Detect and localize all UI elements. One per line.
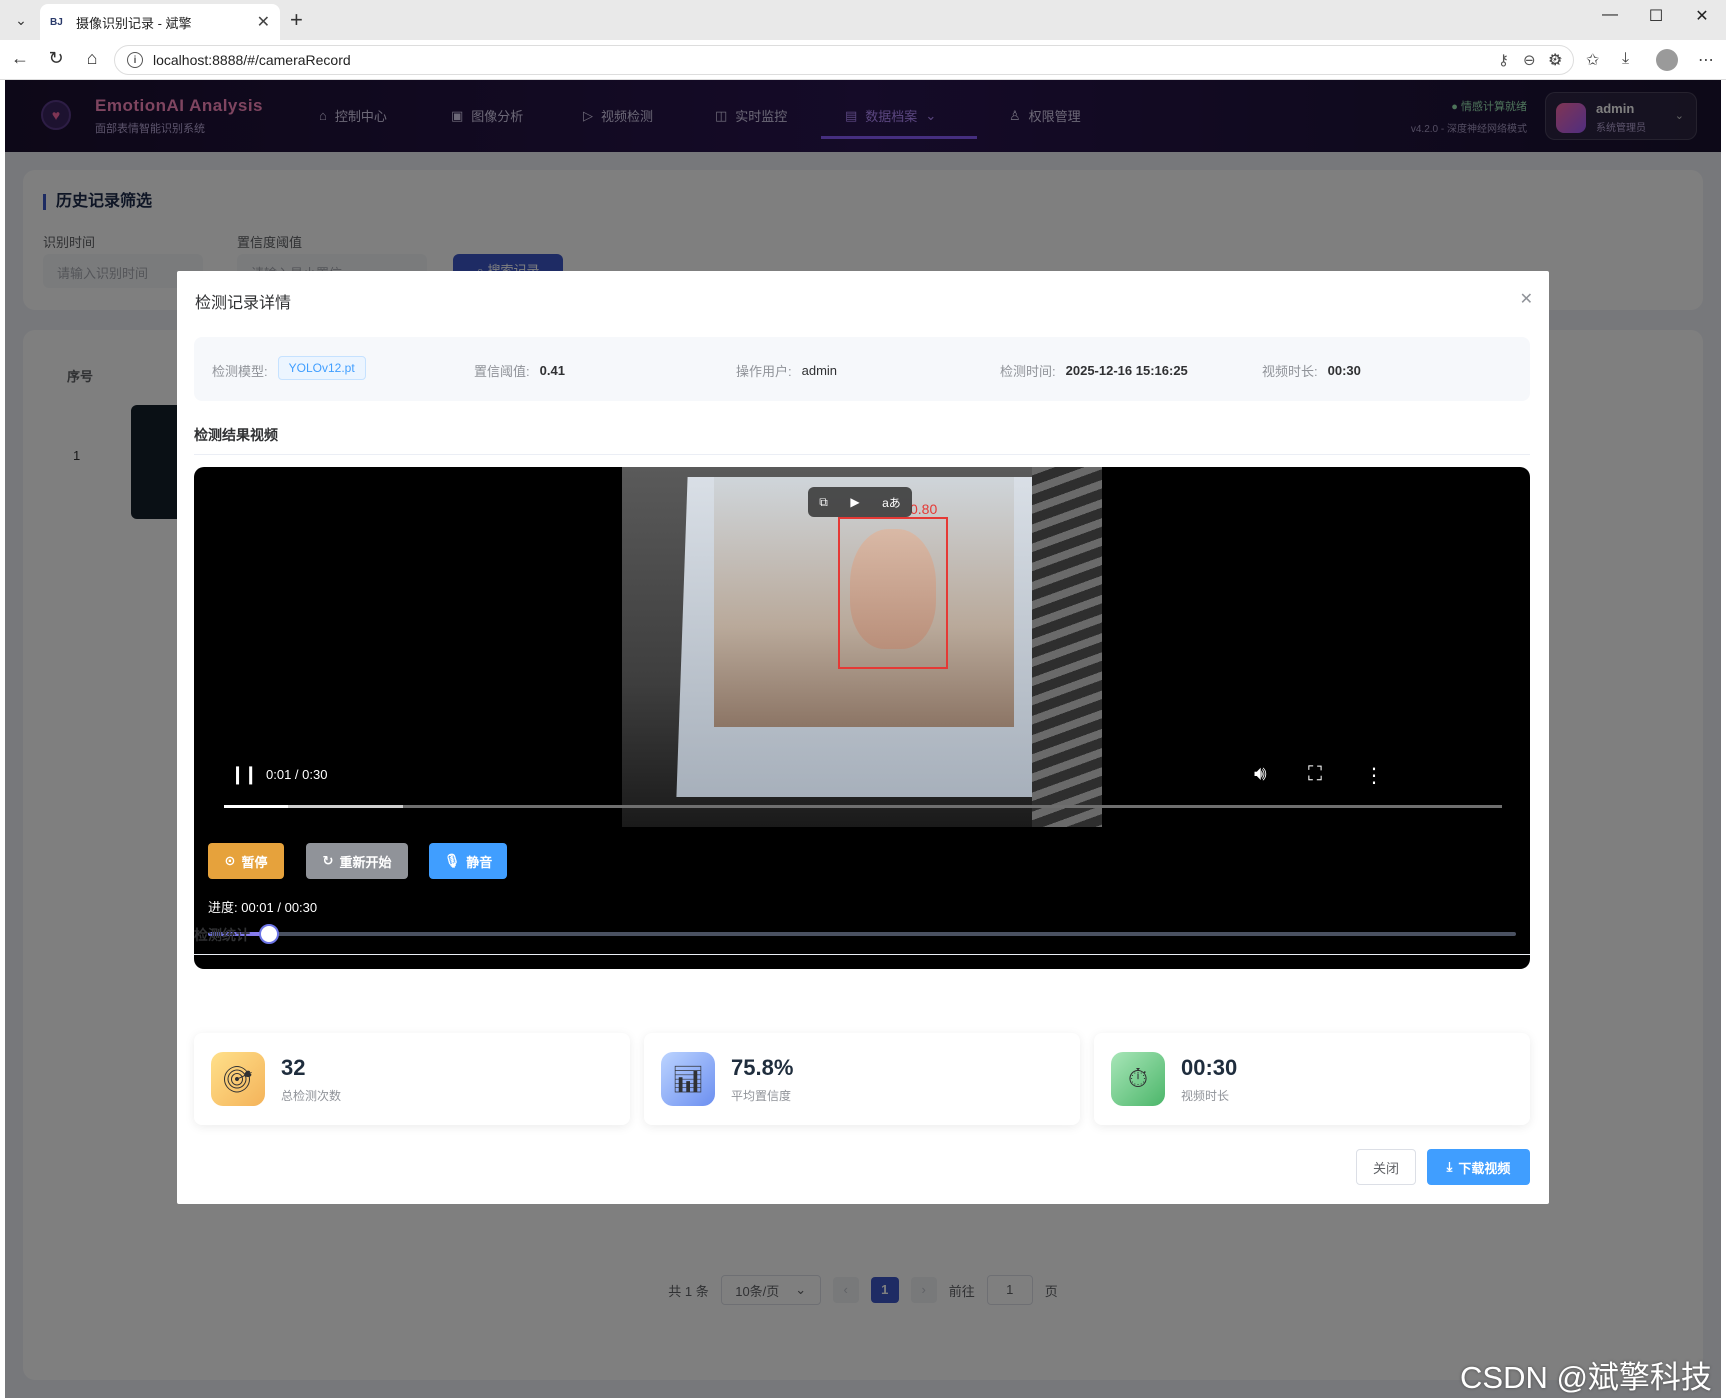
stopwatch-icon: ⏱︎: [1111, 1052, 1165, 1106]
mute-button[interactable]: 🎙︎ 静音: [429, 843, 507, 879]
stat-label: 平均置信度: [731, 1089, 792, 1103]
conf-value: 0.41: [539, 363, 565, 378]
close-button[interactable]: 关闭: [1356, 1149, 1416, 1185]
tab-close-icon[interactable]: ✕: [257, 12, 270, 32]
record-detail-dialog: 检测记录详情 ✕ 检测模型: YOLOv12.pt 置信阈值: 0.41 操作用…: [177, 271, 1549, 1204]
target-icon: 🎯︎: [211, 1052, 265, 1106]
detection-box: [838, 517, 948, 669]
info-user: 操作用户: admin: [736, 361, 837, 380]
pip-icon[interactable]: ⧉: [819, 495, 828, 510]
record-info-bar: 检测模型: YOLOv12.pt 置信阈值: 0.41 操作用户: admin …: [194, 337, 1530, 401]
video-section-title: 检测结果视频: [194, 425, 1530, 455]
player-time: 0:01 / 0:30: [266, 767, 328, 782]
favicon-icon: BJ: [50, 16, 63, 28]
translate-icon[interactable]: aあ: [882, 494, 901, 511]
csdn-watermark: CSDN @斌擎科技: [1460, 1360, 1712, 1395]
zoom-icon[interactable]: ⊖: [1523, 51, 1536, 69]
more-menu-icon[interactable]: ⋯: [1698, 50, 1714, 70]
key-icon[interactable]: ⚷: [1498, 51, 1509, 69]
conf-label: 置信阈值:: [474, 364, 530, 379]
model-tag: YOLOv12.pt: [277, 355, 366, 380]
model-label: 检测模型:: [212, 364, 268, 379]
stats-section-title: 检测统计: [194, 925, 1530, 955]
info-model: 检测模型: YOLOv12.pt: [212, 355, 366, 380]
duration-label: 视频时长:: [1262, 364, 1318, 379]
pause-label: 暂停: [241, 854, 268, 870]
restart-label: 重新开始: [339, 854, 392, 870]
browser-tabstrip: ⌄ BJ 摄像识别记录 - 斌擎 ✕ + — ☐ ✕: [0, 0, 1726, 40]
volume-icon[interactable]: 🔊︎: [1254, 763, 1267, 786]
detection-score: 0.80: [910, 501, 938, 517]
stat-value: 32: [281, 1055, 306, 1080]
stat-card-count: 🎯︎ 32 总检测次数: [194, 1033, 630, 1125]
detected-face: [850, 529, 936, 649]
restart-button[interactable]: ↻ 重新开始: [306, 843, 408, 879]
tab-list-chevron-icon[interactable]: ⌄: [8, 8, 34, 32]
stat-label: 总检测次数: [281, 1089, 342, 1103]
maximize-icon[interactable]: ☐: [1636, 6, 1676, 26]
mute-label: 静音: [466, 854, 493, 870]
user-label: 操作用户:: [736, 364, 792, 379]
time-label: 检测时间:: [1000, 364, 1056, 379]
info-time: 检测时间: 2025-12-16 15:16:25: [1000, 361, 1188, 380]
download-icon[interactable]: ⤓: [1622, 50, 1629, 68]
minimize-icon[interactable]: —: [1590, 6, 1630, 24]
info-duration: 视频时长: 00:30: [1262, 361, 1361, 380]
video-frame: 0.80 ⧉ ▶ aあ: [622, 467, 1102, 827]
browser-tab-active[interactable]: BJ 摄像识别记录 - 斌擎 ✕: [40, 4, 280, 40]
stat-value: 00:30: [1181, 1055, 1238, 1080]
favorites-icon[interactable]: ✩: [1586, 50, 1599, 70]
address-bar: ← ↻ ⌂ i localhost:8888/#/cameraRecord ⚷ …: [0, 40, 1726, 80]
profile-avatar[interactable]: [1656, 49, 1678, 71]
url-field[interactable]: i localhost:8888/#/cameraRecord ⚷ ⊖ ☆: [114, 45, 1574, 75]
url-text: localhost:8888/#/cameraRecord: [153, 52, 351, 68]
download-icon: ⤓: [1446, 1159, 1453, 1174]
pause-circle-icon: ⊙: [224, 853, 236, 868]
player-seekbar[interactable]: [224, 805, 1502, 808]
info-confidence: 置信阈值: 0.41: [474, 361, 565, 380]
user-value: admin: [801, 363, 838, 378]
reload-icon[interactable]: ↻: [44, 48, 68, 69]
video-player[interactable]: 0.80 ⧉ ▶ aあ ❙❙ 0:01 / 0:30 🔊︎ ⛶ ⋮ ⊙ 暂停 ↻…: [194, 467, 1530, 969]
pause-button[interactable]: ⊙ 暂停: [208, 843, 284, 879]
extensions-icon[interactable]: ⚙: [1548, 50, 1562, 70]
fullscreen-icon[interactable]: ⛶: [1308, 763, 1322, 786]
tab-title: 摄像识别记录 - 斌擎: [76, 15, 192, 31]
progress-text: 进度: 00:01 / 00:30: [208, 900, 318, 915]
download-video-button[interactable]: ⤓ 下载视频: [1427, 1149, 1530, 1185]
player-played: [224, 805, 288, 808]
window-close-icon[interactable]: ✕: [1682, 6, 1722, 26]
video-overlay-toolbar: ⧉ ▶ aあ: [808, 487, 912, 517]
dialog-title: 检测记录详情: [195, 295, 292, 312]
time-value: 2025-12-16 15:16:25: [1065, 363, 1188, 378]
stat-value: 75.8%: [731, 1055, 794, 1080]
more-options-icon[interactable]: ⋮: [1364, 763, 1384, 788]
pause-icon[interactable]: ❙❙: [230, 764, 258, 785]
new-tab-plus-icon[interactable]: +: [290, 7, 303, 33]
site-info-icon[interactable]: i: [127, 52, 143, 68]
frame-curtain: [1032, 467, 1102, 827]
dialog-close-icon[interactable]: ✕: [1520, 289, 1533, 309]
video-search-icon[interactable]: ▶: [850, 495, 859, 509]
home-icon[interactable]: ⌂: [80, 48, 104, 69]
stat-label: 视频时长: [1181, 1089, 1230, 1103]
download-label: 下载视频: [1458, 1160, 1511, 1176]
refresh-icon: ↻: [322, 853, 334, 868]
duration-value: 00:30: [1327, 363, 1361, 378]
stat-card-duration: ⏱︎ 00:30 视频时长: [1094, 1033, 1530, 1125]
back-arrow-icon[interactable]: ←: [8, 48, 32, 69]
microphone-icon: 🎙︎: [443, 853, 461, 868]
bar-chart-icon: 📊︎: [661, 1052, 715, 1106]
stat-card-confidence: 📊︎ 75.8% 平均置信度: [644, 1033, 1080, 1125]
